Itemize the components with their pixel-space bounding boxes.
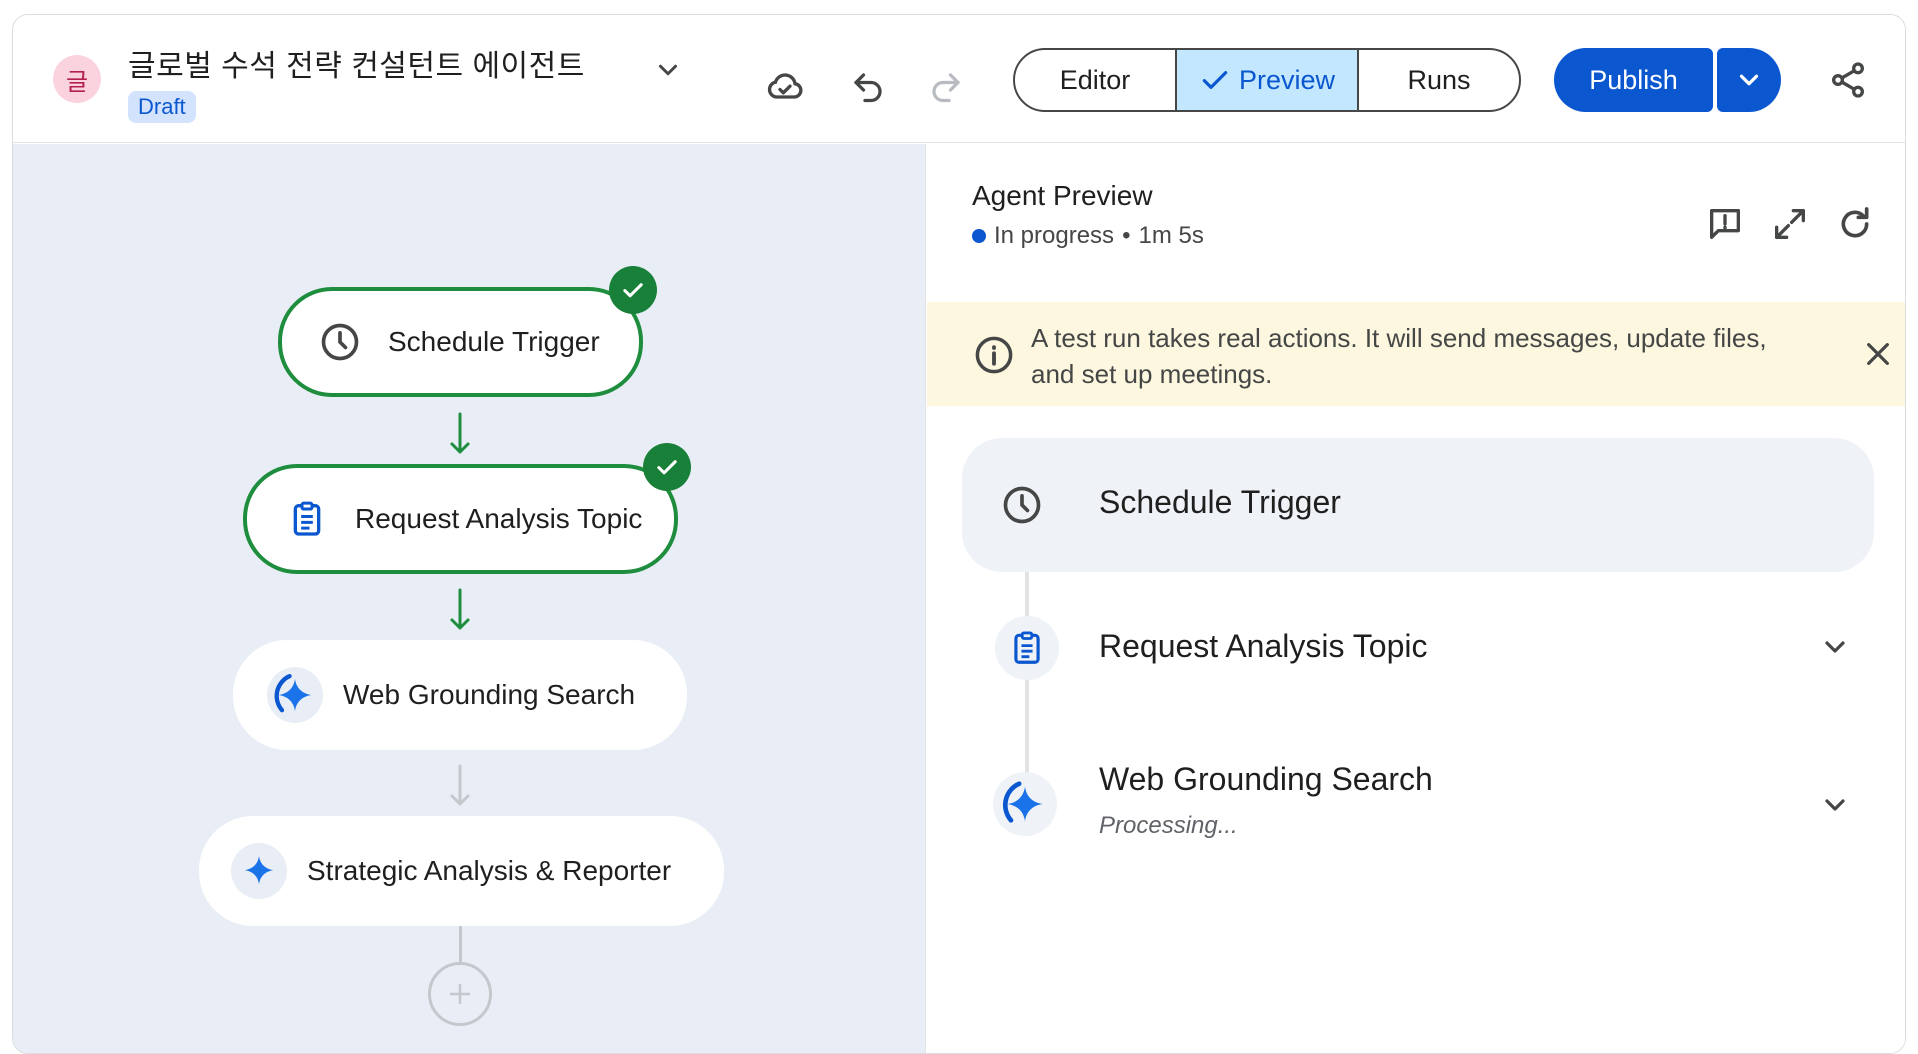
tab-preview[interactable]: Preview	[1177, 50, 1359, 110]
arrow-down-icon	[450, 412, 470, 454]
status-dot	[972, 229, 986, 243]
node-request-analysis-topic[interactable]: Request Analysis Topic	[243, 464, 678, 574]
elapsed-time: 1m 5s	[1138, 222, 1204, 249]
sparkle-icon	[231, 843, 287, 899]
node-strategic-analysis-reporter[interactable]: Strategic Analysis & Reporter	[199, 816, 724, 926]
clock-icon	[312, 314, 368, 370]
run-status: In progress • 1m 5s	[972, 222, 1204, 250]
step-status-text: Processing...	[1099, 812, 1238, 839]
redo-icon[interactable]	[926, 67, 966, 107]
connector-line	[459, 926, 462, 962]
step-request-analysis-topic[interactable]: Request Analysis Topic	[1099, 628, 1427, 665]
tab-preview-label: Preview	[1238, 64, 1336, 95]
node-web-grounding-search[interactable]: Web Grounding Search	[233, 640, 687, 750]
sparkle-loading-icon	[267, 667, 323, 723]
arrow-down-icon	[450, 764, 470, 806]
share-icon[interactable]	[1828, 60, 1868, 100]
publish-button[interactable]: Publish	[1554, 48, 1713, 112]
agent-avatar: 글	[53, 55, 101, 103]
chevron-down-icon[interactable]	[1819, 631, 1851, 663]
timeline-line	[1025, 572, 1029, 792]
node-label: Request Analysis Topic	[355, 503, 643, 534]
warning-banner: A test run takes real actions. It will s…	[927, 302, 1905, 406]
workflow-canvas[interactable]: Schedule Trigger Request Analysis Topic …	[13, 144, 926, 1053]
chevron-down-icon	[1739, 74, 1759, 86]
refresh-icon[interactable]	[1835, 204, 1875, 244]
check-circle-icon	[609, 266, 657, 314]
tab-editor[interactable]: Editor	[1015, 50, 1177, 110]
arrow-down-icon	[450, 588, 470, 630]
node-schedule-trigger[interactable]: Schedule Trigger	[278, 287, 643, 397]
chevron-down-icon[interactable]	[1819, 789, 1851, 821]
step-schedule-trigger[interactable]: Schedule Trigger	[962, 438, 1874, 572]
top-bar: 글 글로벌 수석 전략 컨설턴트 에이전트 Draft Editor Previ…	[13, 15, 1905, 143]
draft-badge: Draft	[128, 91, 196, 123]
agent-title[interactable]: 글로벌 수석 전략 컨설턴트 에이전트	[128, 41, 585, 85]
clipboard-icon	[995, 616, 1059, 680]
app-window: 글 글로벌 수석 전략 컨설턴트 에이전트 Draft Editor Previ…	[12, 14, 1906, 1054]
node-label: Strategic Analysis & Reporter	[307, 855, 672, 886]
add-step-button[interactable]	[428, 962, 492, 1026]
cloud-save-icon[interactable]	[765, 67, 805, 107]
view-mode-toggle: Editor Preview Runs	[1013, 48, 1521, 112]
close-icon[interactable]	[1862, 338, 1894, 370]
step-web-grounding-search[interactable]: Web Grounding Search	[1099, 761, 1433, 798]
step-label: Schedule Trigger	[1099, 484, 1341, 520]
agent-preview-panel: Agent Preview In progress • 1m 5s A test…	[927, 144, 1905, 1053]
info-icon	[975, 336, 1013, 374]
check-icon	[1202, 71, 1228, 89]
node-label: Web Grounding Search	[343, 679, 636, 710]
chevron-down-icon[interactable]	[653, 55, 683, 85]
node-label: Schedule Trigger	[388, 326, 600, 357]
publish-options-button[interactable]	[1717, 48, 1781, 112]
panel-title: Agent Preview	[972, 180, 1153, 211]
feedback-icon[interactable]	[1705, 204, 1745, 244]
status-separator: •	[1122, 222, 1131, 249]
banner-message: A test run takes real actions. It will s…	[1031, 323, 1767, 389]
status-text: In progress	[994, 222, 1115, 249]
sparkle-loading-icon	[993, 772, 1057, 836]
tab-runs[interactable]: Runs	[1359, 50, 1519, 110]
plus-icon	[450, 984, 470, 1004]
clock-icon	[990, 473, 1054, 537]
check-circle-icon	[643, 443, 691, 491]
expand-icon[interactable]	[1770, 204, 1810, 244]
clipboard-icon	[279, 491, 335, 547]
undo-icon[interactable]	[848, 67, 888, 107]
